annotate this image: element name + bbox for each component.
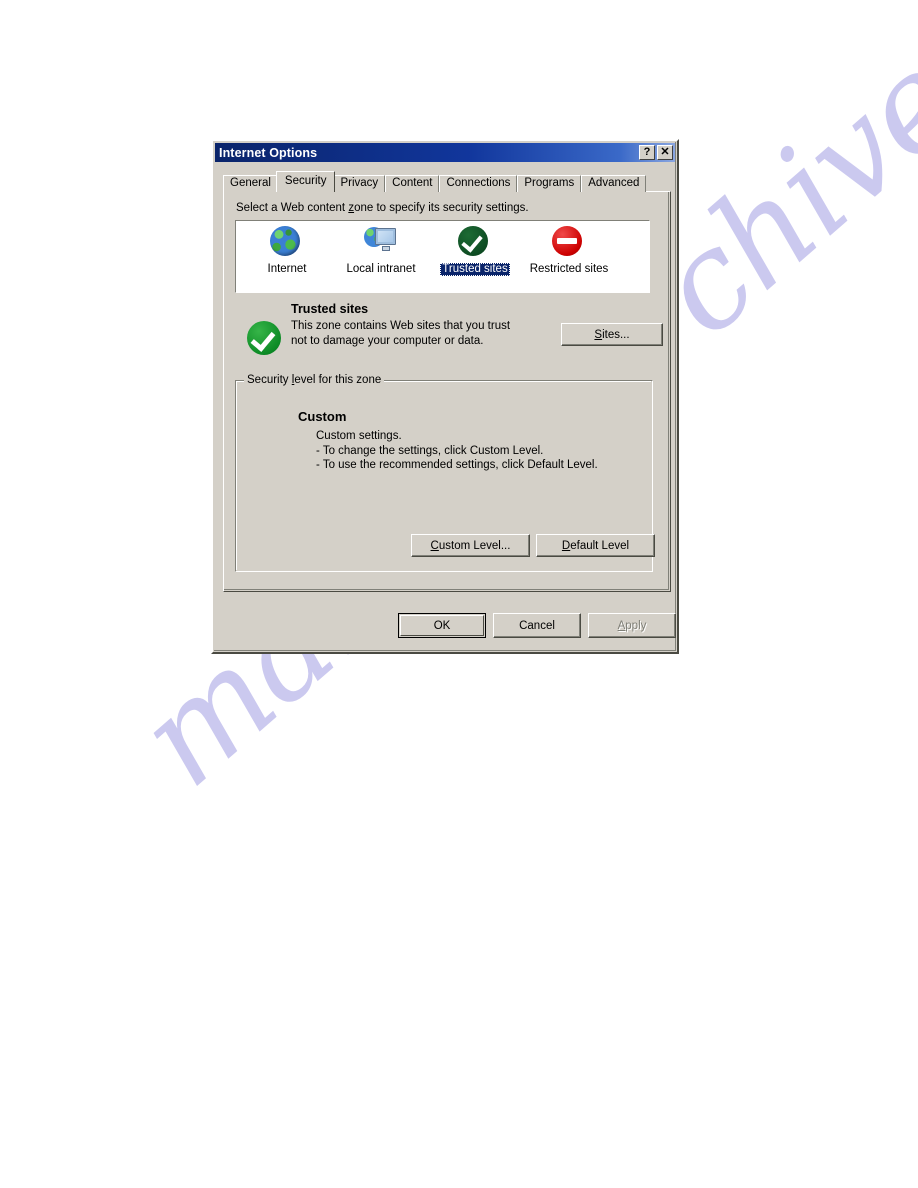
page-canvas: manualsarchive.com Internet Options ? ✕ … (0, 0, 918, 1188)
tab-content-label: Content (392, 177, 433, 189)
security-level-line-2: - To change the settings, click Custom L… (316, 444, 544, 457)
security-level-groupbox: Security level for this zone Custom Cust… (235, 374, 655, 572)
check-icon (458, 225, 492, 259)
dialog-title: Internet Options (219, 145, 318, 160)
ok-button[interactable]: OK (398, 613, 486, 638)
tab-content[interactable]: Content (385, 175, 440, 192)
ok-button-label: OK (433, 619, 451, 632)
apply-button-label: Apply (617, 619, 647, 632)
tab-general[interactable]: General (223, 175, 278, 192)
tab-privacy[interactable]: Privacy (333, 175, 386, 192)
zone-item-internet[interactable]: Internet (244, 225, 330, 292)
close-icon[interactable]: ✕ (657, 145, 673, 160)
titlebar-button-group: ? ✕ (639, 145, 673, 160)
tab-connections[interactable]: Connections (439, 175, 518, 192)
security-level-legend: Security level for this zone (244, 374, 385, 386)
custom-level-button-label: Custom Level... (430, 539, 511, 552)
tab-security[interactable]: Security (275, 171, 336, 192)
tab-connections-label: Connections (446, 177, 511, 189)
globe-icon (270, 225, 304, 259)
zone-item-trusted-sites[interactable]: Trusted sites (432, 225, 518, 292)
deny-icon (552, 225, 586, 259)
zone-item-restricted-sites-label: Restricted sites (529, 263, 609, 275)
help-icon[interactable]: ? (639, 145, 655, 160)
zone-item-trusted-sites-label: Trusted sites (440, 263, 510, 276)
cancel-button[interactable]: Cancel (493, 613, 581, 638)
apply-button: Apply (588, 613, 676, 638)
tab-privacy-label: Privacy (340, 177, 379, 189)
sites-button[interactable]: Sites... (561, 323, 663, 346)
default-level-button[interactable]: Default Level (536, 534, 655, 557)
tab-security-label: Security (284, 175, 327, 187)
zone-description-title: Trusted sites (291, 302, 369, 316)
tab-advanced-label: Advanced (588, 177, 640, 189)
security-tab-panel: Select a Web content zone to specify its… (223, 191, 671, 592)
dialog-titlebar[interactable]: Internet Options ? ✕ (215, 143, 675, 162)
security-level-description: Custom settings. - To change the setting… (316, 429, 598, 473)
sites-button-label: Sites... (594, 328, 630, 341)
security-level-line-1: Custom settings. (316, 430, 402, 442)
tab-programs[interactable]: Programs (517, 175, 582, 192)
zone-item-internet-label: Internet (267, 263, 307, 275)
intranet-icon (364, 225, 398, 259)
internet-options-dialog: Internet Options ? ✕ General Security Pr… (211, 139, 679, 654)
tab-programs-label: Programs (524, 177, 575, 189)
zone-description-area: Trusted sites This zone contains Web sit… (235, 302, 663, 372)
custom-level-button[interactable]: Custom Level... (411, 534, 530, 557)
check-icon-large (247, 320, 283, 356)
tab-general-label: General (230, 177, 271, 189)
zone-instruction-label: Select a Web content zone to specify its… (236, 202, 529, 214)
zone-description-body: This zone contains Web sites that you tr… (291, 320, 511, 347)
tab-advanced[interactable]: Advanced (581, 175, 647, 192)
zone-item-restricted-sites[interactable]: Restricted sites (526, 225, 612, 292)
tab-strip: General Security Privacy Content Connect… (223, 171, 671, 192)
security-level-line-3: - To use the recommended settings, click… (316, 459, 598, 471)
security-level-name: Custom (298, 409, 347, 424)
default-level-button-label: Default Level (561, 539, 630, 552)
zone-item-local-intranet[interactable]: Local intranet (338, 225, 424, 292)
zone-item-local-intranet-label: Local intranet (346, 263, 416, 275)
cancel-button-label: Cancel (519, 619, 555, 632)
web-content-zone-list[interactable]: Internet Local intranet Trusted sites Re… (235, 220, 650, 293)
